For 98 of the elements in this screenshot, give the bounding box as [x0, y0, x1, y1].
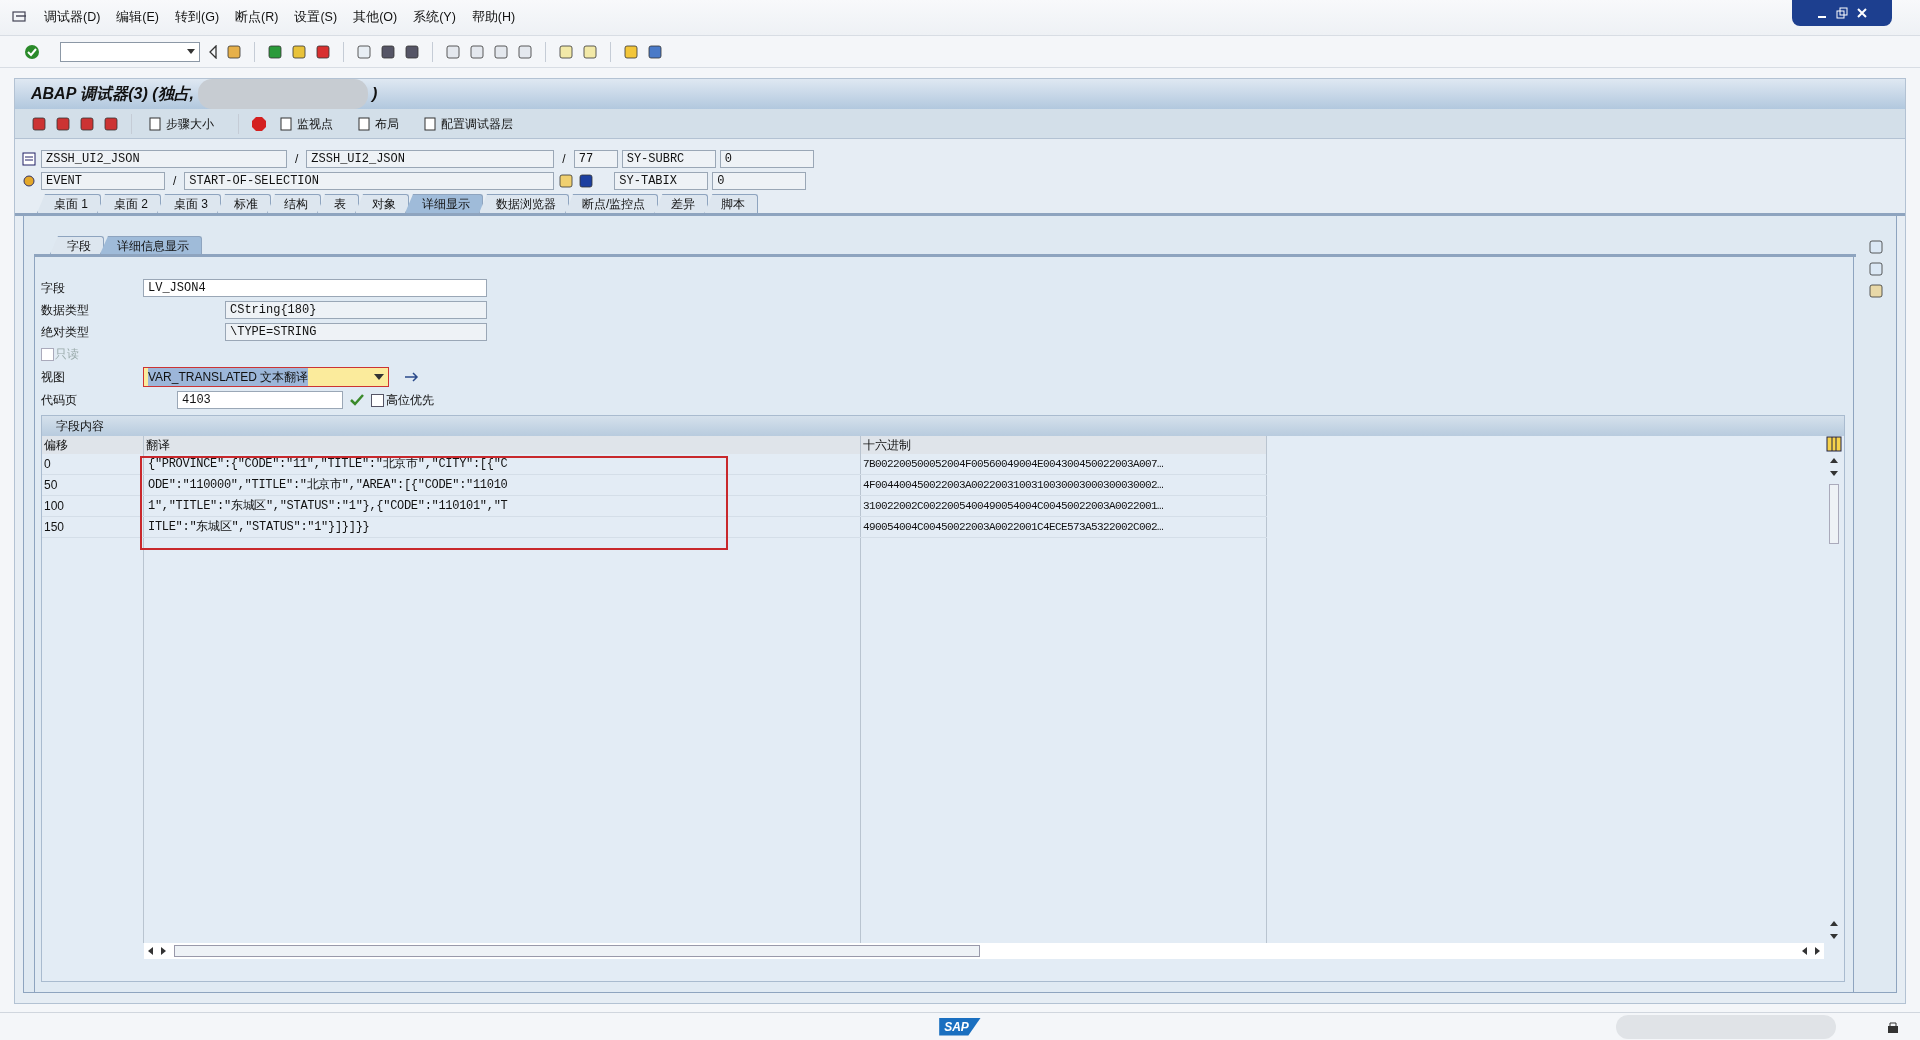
text-field[interactable]: START-OF-SELECTION: [184, 172, 555, 190]
text-field[interactable]: 77: [573, 150, 618, 168]
text-field[interactable]: EVENT: [41, 172, 165, 190]
menu-item[interactable]: 帮助(H): [471, 8, 516, 27]
table-settings-icon[interactable]: [1826, 436, 1842, 452]
column-header[interactable]: 翻译: [144, 436, 861, 454]
tab[interactable]: 字段: [50, 236, 104, 254]
text-field[interactable]: SY-SUBRC: [621, 150, 716, 168]
stop-icon[interactable]: [251, 115, 267, 132]
toolbar-button[interactable]: 步骤大小: [144, 114, 218, 133]
scroll-thumb[interactable]: [1829, 484, 1839, 544]
tab[interactable]: 表: [317, 194, 360, 213]
separator-slash: /: [294, 151, 300, 168]
scroll-right-icon[interactable]: [1815, 947, 1820, 955]
sap-logo: SAP: [939, 1017, 981, 1036]
convert-icon[interactable]: [403, 370, 421, 384]
section-header: 字段内容: [42, 416, 1844, 436]
table-cell: 50: [42, 475, 144, 495]
separator-slash: /: [561, 151, 567, 168]
checkmark-icon[interactable]: [24, 43, 40, 60]
text-field[interactable]: 0: [719, 150, 814, 168]
table-cell: 1","TITLE":"东城区","STATUS":"1"},{"CODE":"110101","T: [144, 496, 861, 516]
field-label: 代码页: [41, 392, 78, 409]
dropdown-icon[interactable]: [187, 49, 195, 54]
text-field[interactable]: SY-TABIX: [614, 172, 709, 190]
column-header[interactable]: 十六进制: [861, 436, 1267, 454]
tab[interactable]: 脚本: [704, 194, 759, 213]
view-dropdown[interactable]: VAR_TRANSLATED 文本翻译: [143, 367, 389, 387]
program-icon: [21, 151, 37, 167]
window-controls[interactable]: [1792, 0, 1892, 26]
tab[interactable]: 对象: [355, 194, 410, 213]
tab[interactable]: 桌面 2: [97, 194, 162, 213]
field-label: 数据类型: [41, 302, 90, 319]
scroll-left-icon[interactable]: [1802, 947, 1807, 955]
text-field[interactable]: 4103: [177, 391, 343, 409]
column-header[interactable]: 偏移: [42, 436, 144, 454]
table-cell: 7B002200500052004F00560049004E004300450022003A007…: [861, 454, 1267, 474]
text-field[interactable]: CString{180}: [225, 301, 487, 319]
field-label: 高位优先: [386, 392, 434, 409]
lock-icon[interactable]: [1886, 1019, 1900, 1034]
field-label: 绝对类型: [41, 324, 90, 341]
toolbar-button[interactable]: 监视点: [275, 114, 337, 133]
text-field[interactable]: LV_JSON4: [143, 279, 487, 297]
field-label: 只读: [55, 346, 79, 363]
menu-item[interactable]: 转到(G): [175, 8, 220, 27]
menu-item[interactable]: 编辑(E): [116, 8, 160, 27]
tab[interactable]: 差异: [654, 194, 709, 213]
table-cell: 150: [42, 517, 144, 537]
table-cell: 4F004400450022003A0022003100310030003000300030002…: [861, 475, 1267, 495]
table-cell: 0: [42, 454, 144, 474]
toolbar-button[interactable]: 布局: [353, 114, 403, 133]
scroll-up-icon[interactable]: [1830, 921, 1838, 926]
tab[interactable]: 结构: [267, 194, 322, 213]
scroll-down-icon[interactable]: [1830, 471, 1838, 476]
toolbar-button[interactable]: 配置调试器层: [419, 114, 517, 133]
button-icon: [279, 116, 293, 131]
tab[interactable]: 标准: [217, 194, 272, 213]
field-label: 字段: [41, 280, 66, 297]
menu-item[interactable]: 设置(S): [294, 8, 338, 27]
button-icon: [423, 116, 437, 131]
restore-icon[interactable]: [1836, 7, 1848, 19]
scroll-right-icon[interactable]: [161, 947, 166, 955]
window-title: ): [371, 84, 378, 104]
menu-item[interactable]: 调试器(D): [44, 8, 101, 27]
menu-item[interactable]: 其他(O): [353, 8, 398, 27]
dropdown-icon[interactable]: [374, 374, 384, 380]
tab[interactable]: 断点/监控点: [565, 194, 659, 213]
button-icon: [357, 116, 371, 131]
table-cell: 100: [42, 496, 144, 516]
scroll-up-icon[interactable]: [1830, 458, 1838, 463]
tab[interactable]: 详细信息显示: [100, 236, 202, 254]
text-field[interactable]: ZSSH_UI2_JSON: [41, 150, 287, 168]
scroll-left-icon[interactable]: [148, 947, 153, 955]
table-cell: 490054004C00450022003A0022001C4ECE573A5322002C002…: [861, 517, 1267, 537]
menu-item[interactable]: 系统(Y): [413, 8, 456, 27]
text-field[interactable]: ZSSH_UI2_JSON: [306, 150, 555, 168]
field-label: 视图: [41, 369, 66, 386]
button-icon: [148, 116, 162, 131]
command-field[interactable]: [60, 41, 200, 62]
separator-slash: /: [172, 173, 178, 190]
scroll-down-icon[interactable]: [1830, 934, 1838, 939]
tab[interactable]: 桌面 3: [157, 194, 222, 213]
table-cell: ITLE":"东城区","STATUS":"1"}]}]}}: [144, 517, 861, 537]
tab[interactable]: 详细显示: [405, 194, 484, 213]
table-cell: 310022002C0022005400490054004C00450022003A0022001…: [861, 496, 1267, 516]
menu-item[interactable]: 断点(R): [235, 8, 279, 27]
tab[interactable]: 数据浏览器: [479, 194, 570, 213]
checkmark-icon[interactable]: [349, 393, 365, 407]
scroll-thumb[interactable]: [174, 945, 980, 957]
horizontal-scrollbar[interactable]: [144, 943, 1824, 959]
checkbox[interactable]: [371, 393, 384, 407]
table-cell: ODE":"110000","TITLE":"北京市","AREA":[{"CODE":"11010: [144, 475, 861, 495]
text-field[interactable]: \TYPE=STRING: [225, 323, 487, 341]
tab[interactable]: 桌面 1: [37, 194, 101, 213]
close-icon[interactable]: [1856, 7, 1868, 19]
menu-icon[interactable]: [12, 10, 28, 25]
text-field[interactable]: 0: [712, 172, 807, 190]
window-title: ABAP 调试器(3) (独占,: [31, 84, 194, 104]
